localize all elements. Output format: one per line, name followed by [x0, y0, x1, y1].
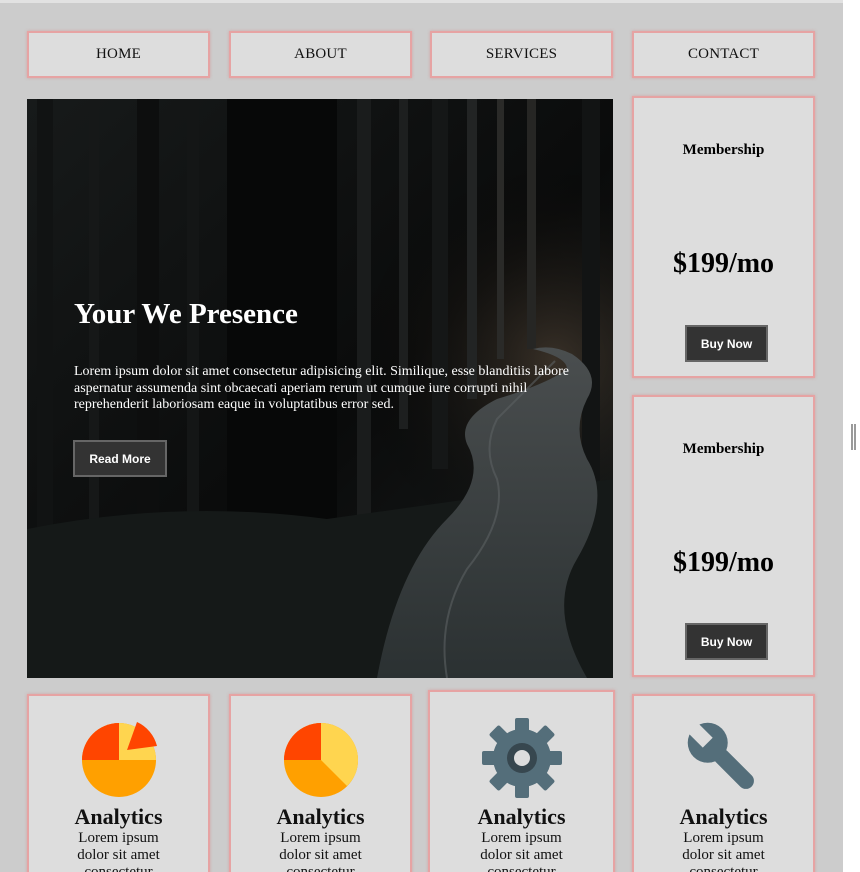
feature-card-analytics: Analytics Lorem ipsum dolor sit amet con… [229, 694, 412, 872]
feature-title: Analytics [276, 804, 365, 829]
nav-about[interactable]: ABOUT [229, 31, 412, 78]
feature-text: Lorem ipsum dolor sit amet consectetur [682, 830, 765, 872]
membership-title: Membership [682, 142, 765, 158]
hero-description: Lorem ipsum dolor sit amet consectetur a… [74, 364, 569, 412]
nav-home-label: HOME [96, 46, 141, 62]
read-more-button[interactable]: Read More [73, 440, 167, 477]
feature-title: Analytics [477, 804, 566, 829]
membership-card: Membership $199/mo Buy Now [632, 96, 815, 378]
buy-now-button[interactable]: Buy Now [685, 623, 768, 660]
feature-title: Analytics [74, 804, 163, 829]
nav-services[interactable]: SERVICES [430, 31, 613, 78]
nav-contact[interactable]: CONTACT [632, 31, 815, 78]
membership-price: $199/mo [672, 248, 775, 279]
membership-card: Membership $199/mo Buy Now [632, 395, 815, 677]
pie-chart-icon [283, 723, 358, 797]
nav-services-label: SERVICES [485, 46, 558, 62]
buy-now-button[interactable]: Buy Now [685, 325, 768, 362]
nav-about-label: ABOUT [294, 46, 347, 62]
hero-section: Your We Presence Lorem ipsum dolor sit a… [27, 99, 613, 678]
feature-card-analytics: Analytics Lorem ipsum dolor sit amet con… [428, 690, 615, 872]
membership-title: Membership [682, 441, 765, 457]
hero-title: Your We Presence [74, 298, 298, 330]
nav-home[interactable]: HOME [27, 31, 210, 78]
pie-chart-icon [81, 722, 157, 797]
scrollbar-grip[interactable] [851, 424, 856, 450]
gear-icon [481, 718, 562, 798]
page-canvas: HOME ABOUT SERVICES CONTACT Your We Pres… [0, 0, 843, 872]
feature-text: Lorem ipsum dolor sit amet consectetur [77, 830, 160, 872]
feature-text: Lorem ipsum dolor sit amet consectetur [480, 830, 563, 872]
feature-title: Analytics [679, 804, 768, 829]
feature-card-analytics: Analytics Lorem ipsum dolor sit amet con… [27, 694, 210, 872]
wrench-icon [686, 722, 754, 789]
feature-text: Lorem ipsum dolor sit amet consectetur [279, 830, 362, 872]
feature-card-analytics: Analytics Lorem ipsum dolor sit amet con… [632, 694, 815, 872]
membership-price: $199/mo [672, 547, 775, 578]
nav-contact-label: CONTACT [687, 46, 760, 62]
